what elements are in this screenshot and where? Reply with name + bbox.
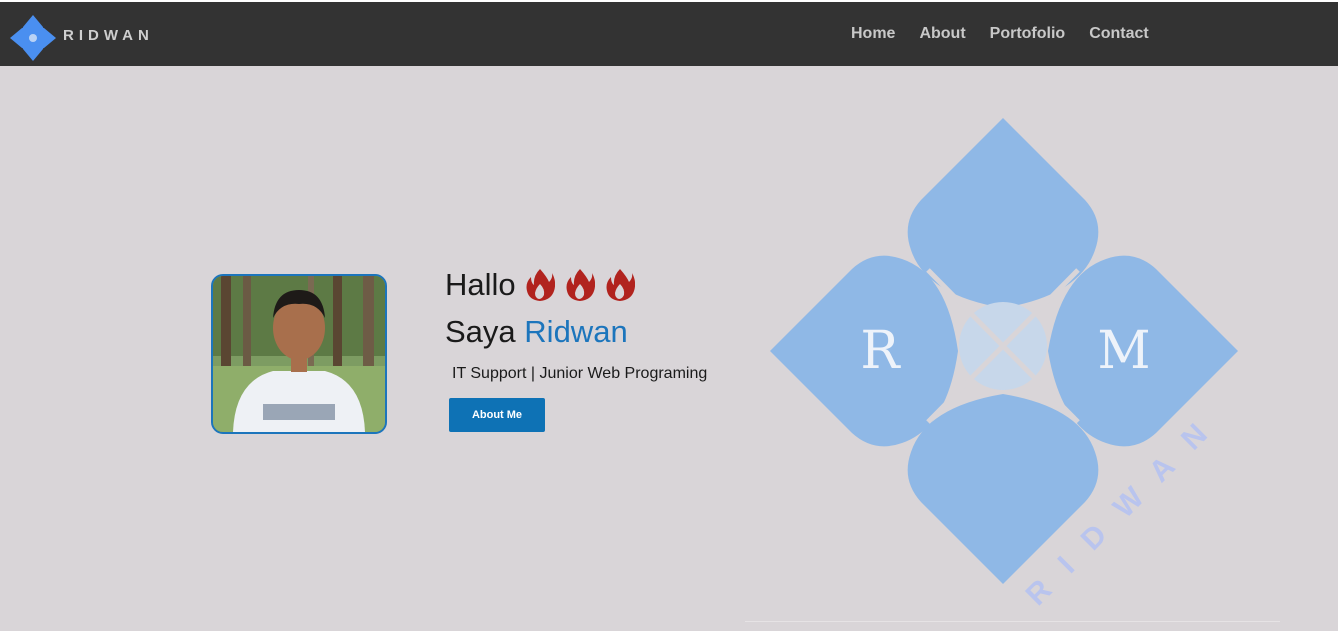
- top-navbar: RIDWAN Home About Portofolio Contact: [0, 2, 1338, 66]
- intro-prefix: Saya: [445, 314, 516, 349]
- bottom-divider: [745, 621, 1280, 622]
- big-logo: R M RIDWAN: [770, 118, 1238, 610]
- greeting-text: Hallo: [445, 267, 516, 302]
- about-me-button[interactable]: About Me: [449, 398, 545, 432]
- big-logo-letter-m: M: [1097, 321, 1150, 381]
- nav-home[interactable]: Home: [851, 25, 895, 43]
- fire-icon: [606, 269, 635, 301]
- nav-portofolio[interactable]: Portofolio: [990, 25, 1066, 43]
- nav-contact[interactable]: Contact: [1089, 25, 1149, 43]
- fire-icon: [566, 269, 595, 301]
- brand-name: RIDWAN: [63, 27, 154, 44]
- intro-heading: Saya Ridwan: [445, 314, 628, 350]
- brand-logo-link[interactable]: RIDWAN: [8, 13, 149, 63]
- role-text: IT Support | Junior Web Programing: [452, 365, 708, 382]
- fire-icon: [526, 269, 555, 301]
- nav-about[interactable]: About: [919, 25, 965, 43]
- intro-name: Ridwan: [524, 314, 628, 349]
- profile-photo: [213, 276, 385, 432]
- main-nav: Home About Portofolio Contact: [851, 2, 1173, 66]
- greeting-heading: Hallo: [445, 267, 635, 303]
- profile-photo-frame: [211, 274, 387, 434]
- logo-icon: [10, 15, 56, 61]
- big-logo-letter-r: R: [860, 321, 901, 381]
